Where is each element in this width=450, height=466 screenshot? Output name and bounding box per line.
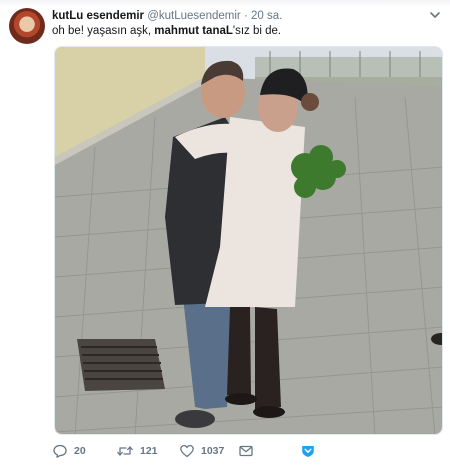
like-icon — [179, 443, 195, 459]
message-icon — [238, 443, 254, 459]
tweet-text-prefix: oh be! yaşasın aşk, — [52, 25, 155, 37]
like-count: 1037 — [201, 445, 225, 457]
reply-button[interactable]: 20 — [52, 442, 86, 460]
twitter-logo-button[interactable] — [300, 442, 316, 460]
tweet-photo[interactable] — [54, 46, 443, 435]
display-name[interactable]: kutLu esendemir — [52, 10, 144, 22]
retweet-icon — [116, 443, 134, 459]
handle[interactable]: @kutLuesendemir — [147, 10, 241, 22]
tweet-text: oh be! yaşasın aşk, mahmut tanaL'sız bi … — [52, 24, 281, 39]
like-button[interactable]: 1037 — [179, 442, 224, 460]
tweet-header: kutLu esendemir @kutLuesendemir · 20 sa. — [52, 8, 282, 24]
separator: · — [243, 10, 248, 22]
mention[interactable]: mahmut tanaL — [154, 25, 233, 37]
previous-tweet-edge — [0, 0, 450, 6]
retweet-count: 121 — [140, 445, 158, 457]
retweet-button[interactable]: 121 — [116, 442, 158, 460]
avatar[interactable] — [9, 8, 45, 44]
reply-count: 20 — [74, 445, 86, 457]
timestamp[interactable]: 20 sa. — [251, 10, 282, 22]
chevron-down-icon[interactable] — [428, 8, 442, 22]
reply-icon — [52, 443, 68, 459]
twitter-logo-icon — [300, 443, 316, 459]
tweet-text-suffix: 'sız bi de. — [232, 25, 282, 37]
message-button[interactable] — [238, 442, 254, 460]
